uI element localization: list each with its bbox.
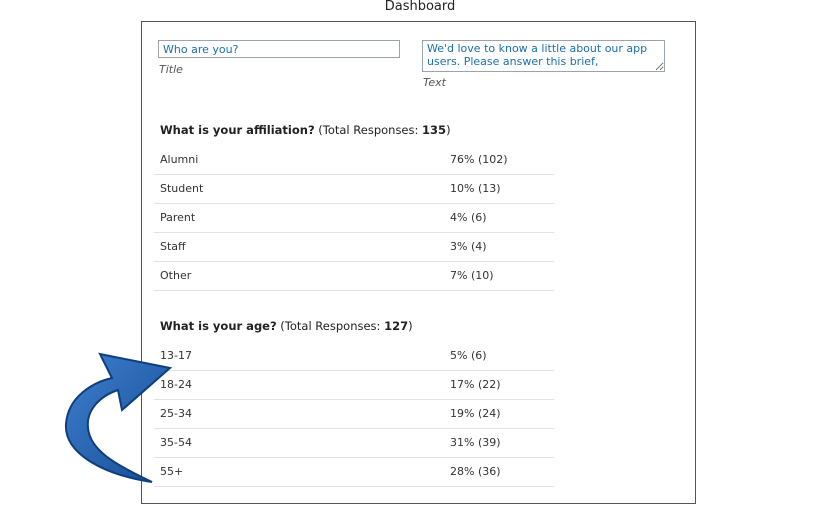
answer-label: Alumni — [160, 153, 199, 166]
question-text: What is your age? — [160, 319, 277, 333]
answer-value: 7% (10) — [450, 269, 494, 282]
total-close: ) — [408, 319, 413, 333]
answer-value: 4% (6) — [450, 211, 487, 224]
section-heading: What is your affiliation? (Total Respons… — [154, 121, 554, 145]
answer-value: 31% (39) — [450, 436, 501, 449]
answer-value: 76% (102) — [450, 153, 508, 166]
result-row: 18-24 17% (22) — [154, 371, 554, 400]
answer-value: 10% (13) — [450, 182, 501, 195]
total-close: ) — [446, 123, 451, 137]
affiliation-section: What is your affiliation? (Total Respons… — [154, 121, 554, 291]
results-table: 13-17 5% (6) 18-24 17% (22) 25-34 19% (2… — [154, 341, 554, 487]
result-row: 35-54 31% (39) — [154, 429, 554, 458]
window-title: Dashboard — [384, 0, 456, 14]
answer-value: 19% (24) — [450, 407, 501, 420]
result-row: Staff 3% (4) — [154, 233, 554, 262]
results-table: Alumni 76% (102) Student 10% (13) Parent… — [154, 145, 554, 291]
answer-label: Other — [160, 269, 192, 282]
result-row: 25-34 19% (24) — [154, 400, 554, 429]
answer-value: 17% (22) — [450, 378, 501, 391]
title-caption: Title — [159, 63, 183, 76]
result-row: 13-17 5% (6) — [154, 342, 554, 371]
survey-text-input[interactable]: We'd love to know a little about our app… — [422, 40, 665, 72]
answer-value: 5% (6) — [450, 349, 487, 362]
section-heading: What is your age? (Total Responses: 127) — [154, 317, 554, 341]
answer-label: Student — [160, 182, 204, 195]
total-count: 127 — [384, 319, 409, 333]
question-text: What is your affiliation? — [160, 123, 315, 137]
age-section: What is your age? (Total Responses: 127)… — [154, 317, 554, 487]
survey-title-input[interactable] — [158, 40, 400, 58]
curved-arrow-icon — [64, 352, 173, 483]
answer-value: 3% (4) — [450, 240, 487, 253]
total-label: (Total Responses: — [276, 319, 385, 333]
answer-label: Parent — [160, 211, 196, 224]
total-count: 135 — [422, 123, 447, 137]
total-label: (Total Responses: — [314, 123, 423, 137]
text-caption: Text — [423, 76, 446, 89]
answer-label: Staff — [160, 240, 186, 253]
survey-panel: Title We'd love to know a little about o… — [141, 21, 696, 504]
dashboard-page: Dashboard Title We'd love to know a litt… — [0, 0, 840, 531]
result-row: Alumni 76% (102) — [154, 146, 554, 175]
result-row: Other 7% (10) — [154, 262, 554, 291]
result-row: Parent 4% (6) — [154, 204, 554, 233]
result-row: 55+ 28% (36) — [154, 458, 554, 487]
answer-value: 28% (36) — [450, 465, 501, 478]
result-row: Student 10% (13) — [154, 175, 554, 204]
